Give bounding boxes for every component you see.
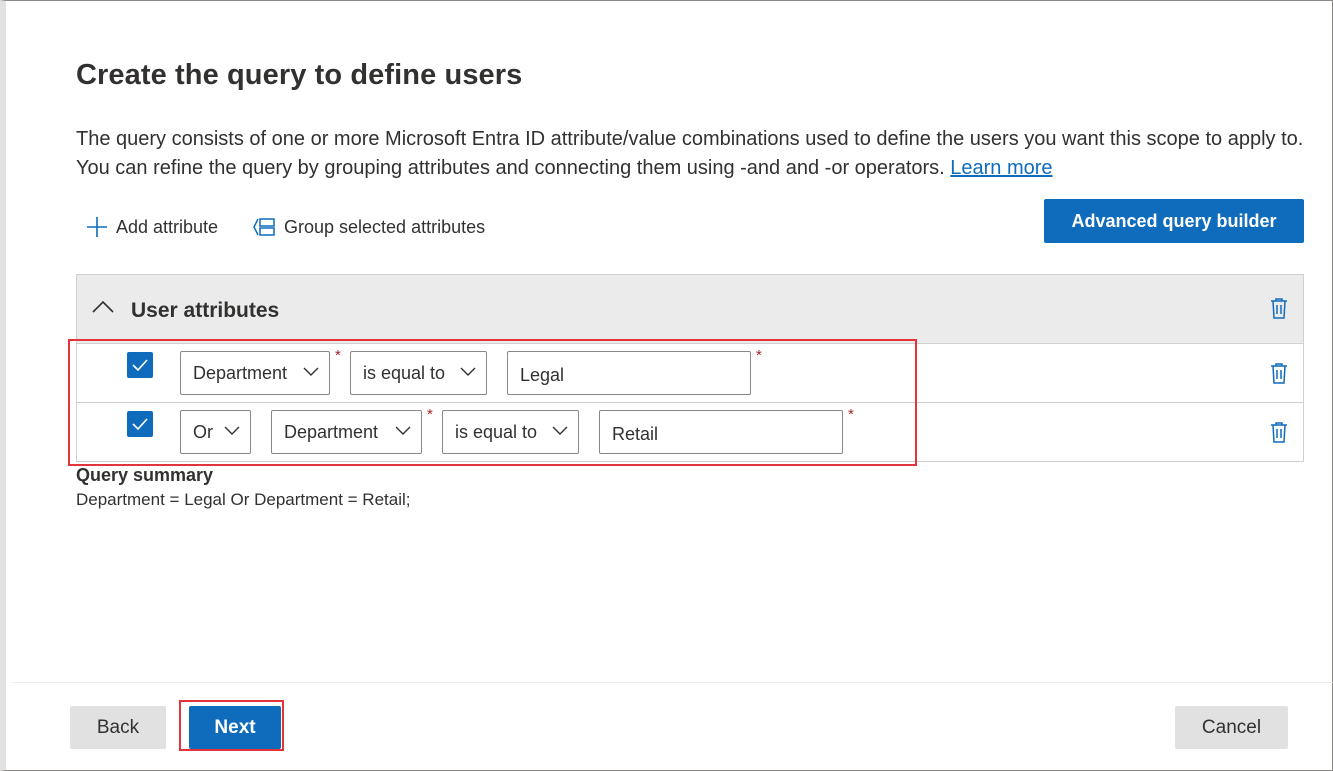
back-button[interactable]: Back bbox=[70, 706, 166, 749]
add-attribute-label: Add attribute bbox=[116, 216, 219, 237]
panel-header-label: User attributes bbox=[131, 299, 280, 322]
page-description: The query consists of one or more Micros… bbox=[76, 125, 1306, 183]
add-attribute-button[interactable]: Add attribute bbox=[86, 213, 218, 241]
learn-more-link[interactable]: Learn more bbox=[950, 157, 1052, 179]
page-title: Create the query to define users bbox=[76, 59, 523, 91]
group-selected-label: Group selected attributes bbox=[284, 216, 486, 237]
next-button[interactable]: Next bbox=[189, 706, 281, 749]
delete-row-icon[interactable] bbox=[1269, 362, 1289, 384]
query-summary-title: Query summary bbox=[76, 465, 214, 485]
footer-divider bbox=[12, 682, 1333, 683]
delete-group-icon[interactable] bbox=[1269, 297, 1289, 319]
chevron-up-icon[interactable] bbox=[91, 299, 115, 315]
plus-icon bbox=[87, 217, 107, 237]
wizard-frame: Create the query to define users The que… bbox=[0, 0, 1333, 771]
group-selected-attributes-button[interactable]: Group selected attributes bbox=[252, 213, 485, 241]
cancel-button[interactable]: Cancel bbox=[1175, 706, 1288, 749]
delete-row-icon[interactable] bbox=[1269, 421, 1289, 443]
group-icon bbox=[253, 218, 275, 236]
rows-highlight-box bbox=[68, 339, 917, 466]
panel-header[interactable]: User attributes bbox=[77, 275, 1303, 344]
description-text: The query consists of one or more Micros… bbox=[76, 128, 1304, 179]
advanced-query-builder-button[interactable]: Advanced query builder bbox=[1044, 199, 1304, 243]
query-summary-text: Department = Legal Or Department = Retai… bbox=[76, 490, 411, 509]
